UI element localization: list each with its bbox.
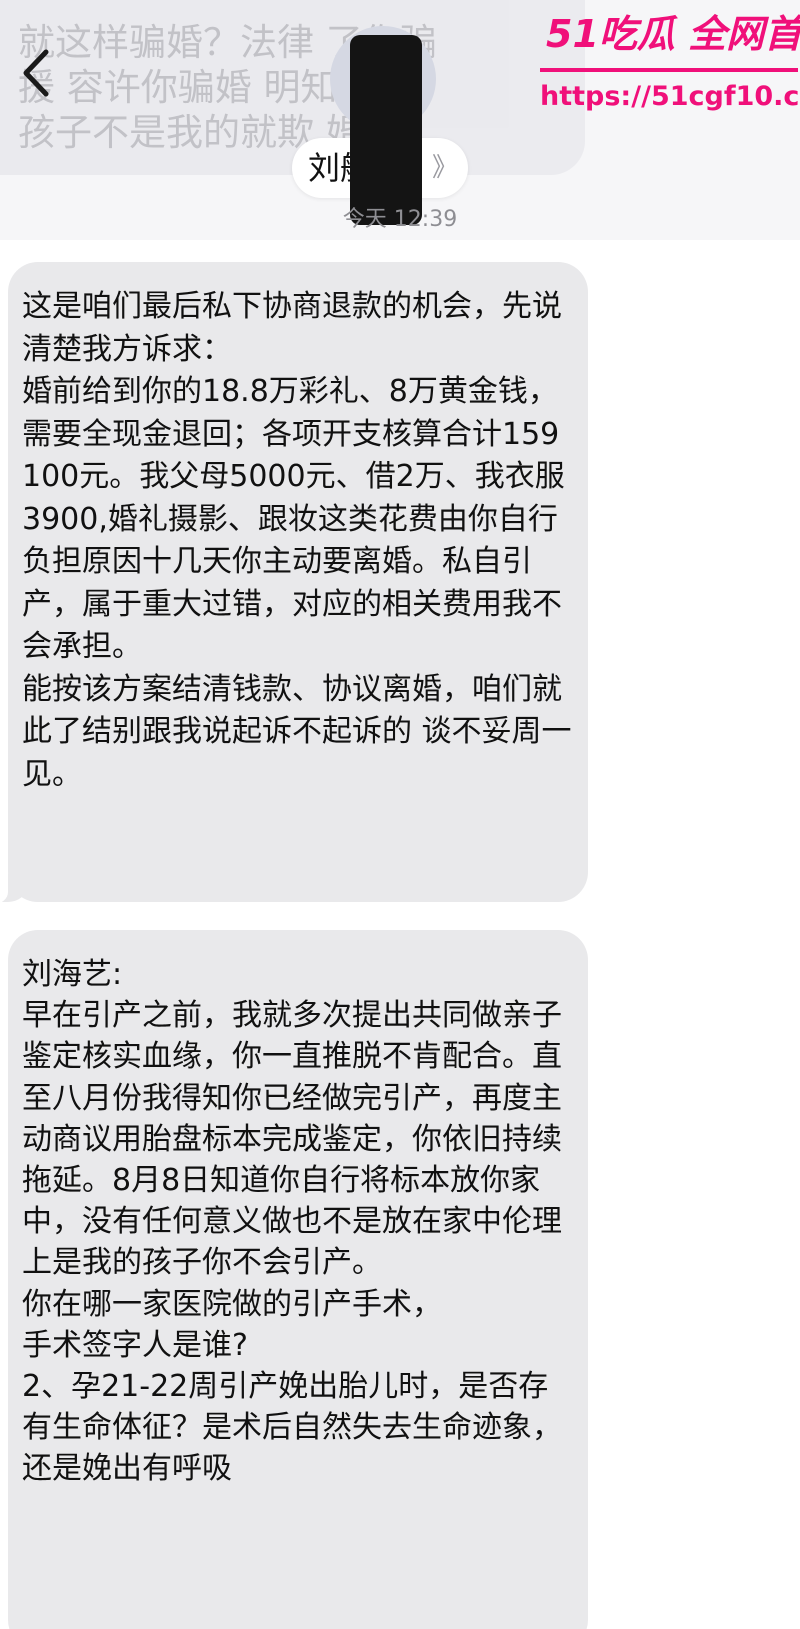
- chevron-right-icon: 》: [432, 153, 459, 183]
- watermark-url: https://51cgf10.com: [540, 81, 800, 112]
- message-timestamp: 今天 12:39: [342, 207, 458, 232]
- message-list[interactable]: 这是咱们最后私下协商退款的机会，先说清楚我方诉求： 婚前给到你的18.8万彩礼、…: [0, 240, 800, 1629]
- chevron-left-icon: [23, 49, 49, 97]
- watermark-badge: 51吃瓜 全网首发: [546, 12, 800, 56]
- message-bubble[interactable]: 刘海艺: 早在引产之前，我就多次提出共同做亲子鉴定核实血缘，你一直推脱不肯配合。…: [8, 930, 588, 1629]
- message-bubble[interactable]: 这是咱们最后私下协商退款的机会，先说清楚我方诉求： 婚前给到你的18.8万彩礼、…: [0, 262, 588, 904]
- message-text: 刘海艺: 早在引产之前，我就多次提出共同做亲子鉴定核实血缘，你一直推脱不肯配合。…: [22, 957, 562, 1487]
- previous-message-bubble: 就这样骗婚？法律 了你骗 援 容许你骗婚 明知道 孩子不是我的就欺 婚: [0, 0, 585, 175]
- censor-bar: [350, 35, 422, 225]
- message-text: 这是咱们最后私下协商退款的机会，先说清楚我方诉求： 婚前给到你的18.8万彩礼、…: [22, 289, 572, 792]
- watermark-divider: [540, 68, 798, 72]
- watermark: 51吃瓜 全网首发 https://51cgf10.com: [540, 12, 800, 122]
- chat-screen: 就这样骗婚？法律 了你骗 援 容许你骗婚 明知道 孩子不是我的就欺 婚 刘 刘航…: [0, 0, 800, 1629]
- chat-header: 就这样骗婚？法律 了你骗 援 容许你骗婚 明知道 孩子不是我的就欺 婚 刘 刘航…: [0, 0, 800, 240]
- previous-message-text: 就这样骗婚？法律 了你骗 援 容许你骗婚 明知道 孩子不是我的就欺 婚: [18, 21, 437, 154]
- back-button[interactable]: [10, 38, 60, 108]
